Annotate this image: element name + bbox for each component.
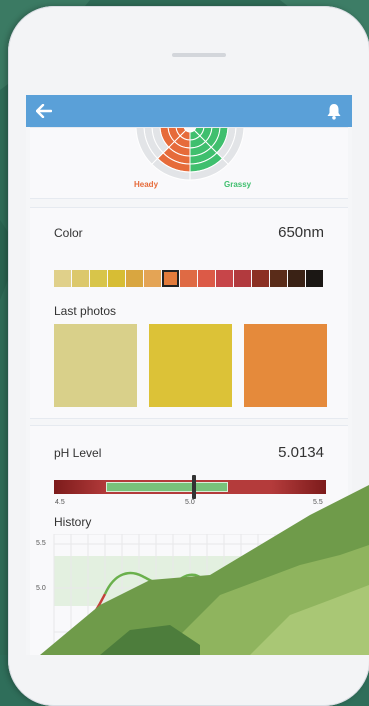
color-swatch[interactable]	[108, 270, 125, 287]
flavor-wheel-card: Heady Grassy	[30, 127, 348, 199]
color-swatch[interactable]	[198, 270, 215, 287]
color-swatch[interactable]	[90, 270, 107, 287]
photo-thumbnail[interactable]	[54, 324, 137, 407]
grassy-label: Grassy	[224, 180, 252, 189]
last-photos-title: Last photos	[54, 304, 117, 318]
arrow-left-icon	[36, 104, 52, 118]
back-button[interactable]	[34, 101, 54, 121]
ph-title: pH Level	[54, 446, 102, 460]
phone-speaker	[172, 53, 226, 57]
color-swatch[interactable]	[144, 270, 161, 287]
app-bar	[26, 95, 352, 127]
color-swatch[interactable]	[180, 270, 197, 287]
color-swatch[interactable]	[234, 270, 251, 287]
last-photos-list	[54, 324, 327, 407]
photo-thumbnail[interactable]	[244, 324, 327, 407]
color-swatch[interactable]	[288, 270, 305, 287]
color-swatch[interactable]	[306, 270, 323, 287]
ph-value: 5.0134	[278, 444, 324, 461]
notifications-button[interactable]	[324, 101, 344, 121]
flavor-wheel-chart	[135, 128, 245, 181]
bell-icon	[327, 103, 341, 120]
color-swatch[interactable]	[72, 270, 89, 287]
color-swatch[interactable]	[162, 270, 179, 287]
color-swatch[interactable]	[126, 270, 143, 287]
color-swatch[interactable]	[270, 270, 287, 287]
color-swatch-strip	[54, 270, 323, 287]
color-value: 650nm	[278, 224, 324, 241]
heady-label: Heady	[134, 180, 159, 189]
mountain-decoration	[40, 485, 369, 655]
photo-thumbnail[interactable]	[149, 324, 232, 407]
color-swatch[interactable]	[252, 270, 269, 287]
color-swatch[interactable]	[54, 270, 71, 287]
color-swatch[interactable]	[216, 270, 233, 287]
color-title: Color	[54, 226, 83, 240]
color-card: Color 650nm Last photos	[30, 207, 348, 419]
